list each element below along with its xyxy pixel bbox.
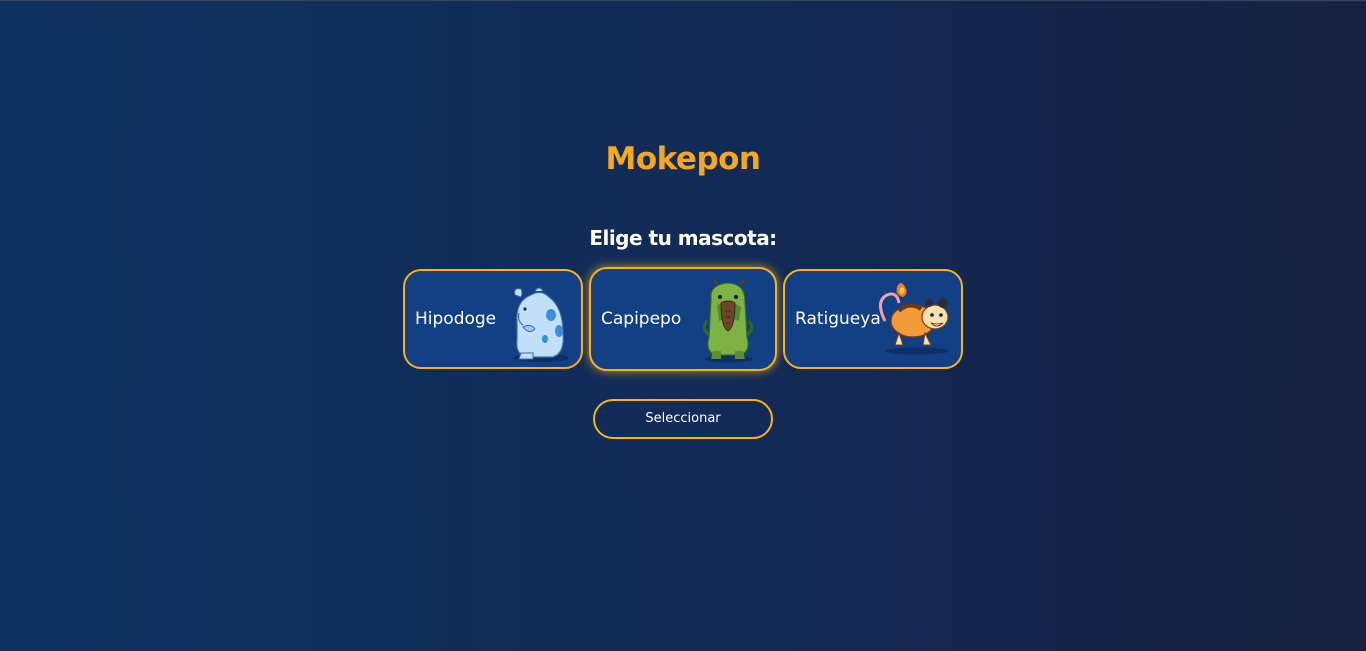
pet-card-hipodoge[interactable]: Hipodoge <box>403 269 583 369</box>
ratigueya-image <box>879 283 949 355</box>
game-title: Mokepon <box>605 141 761 177</box>
pet-prompt: Elige tu mascota: <box>589 226 777 250</box>
pet-label: Ratigueya <box>795 309 881 329</box>
pet-label: Hipodoge <box>415 309 497 329</box>
capipepo-image <box>702 277 754 363</box>
select-pet-button[interactable]: Seleccionar <box>593 399 773 439</box>
pet-card-capipepo[interactable]: Capipepo <box>589 267 777 371</box>
pet-label: Capipepo <box>601 309 682 329</box>
pet-card-ratigueya[interactable]: Ratigueya <box>783 269 963 369</box>
hipodoge-image <box>513 287 569 362</box>
